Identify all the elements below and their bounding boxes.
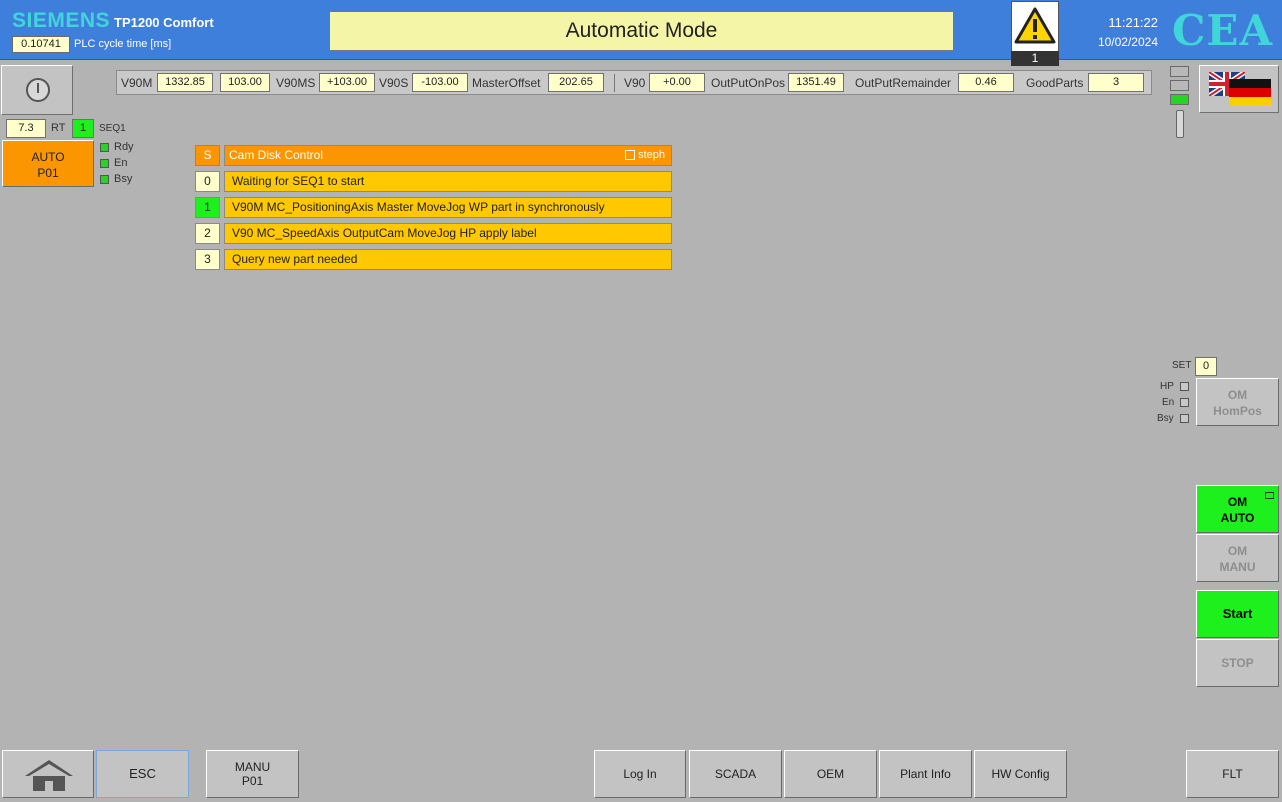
scada-button[interactable]: SCADA xyxy=(689,750,782,798)
bsy-label: Bsy xyxy=(1157,413,1174,424)
login-button[interactable]: Log In xyxy=(594,750,686,798)
esc-button[interactable]: ESC xyxy=(96,750,189,798)
master-offset-label: MasterOffset xyxy=(472,76,541,90)
bsy-led xyxy=(1180,414,1189,423)
busy-label: Bsy xyxy=(114,173,133,185)
auto-label: AUTO xyxy=(31,150,65,164)
panel-model: TP1200 Comfort xyxy=(114,15,214,30)
step-description: Waiting for SEQ1 to start xyxy=(224,171,672,192)
om-hompos-line2: HomPos xyxy=(1213,404,1262,418)
warning-icon xyxy=(1014,7,1056,44)
ready-label: Rdy xyxy=(114,141,134,153)
seq-label: SEQ1 xyxy=(99,123,126,134)
sequence-header: Cam Disk Control steph xyxy=(224,145,672,166)
v90-value: +0.00 xyxy=(649,73,705,92)
power-button[interactable] xyxy=(1,65,73,115)
status-indicator xyxy=(1170,66,1189,77)
home-button[interactable] xyxy=(2,750,94,798)
en-led xyxy=(1180,398,1189,407)
fault-button[interactable]: FLT xyxy=(1186,750,1279,798)
v90ms-value: +103.00 xyxy=(319,73,375,92)
output-remainder-label: OutPutRemainder xyxy=(855,76,952,90)
output-on-pos-label: OutPutOnPos xyxy=(711,76,786,90)
v90s-label: V90S xyxy=(379,76,409,90)
plant-info-button[interactable]: Plant Info xyxy=(879,750,972,798)
hw-config-button[interactable]: HW Config xyxy=(974,750,1067,798)
om-auto-button[interactable]: OM AUTO xyxy=(1196,485,1279,533)
cycle-time-value: 0.10741 xyxy=(12,36,70,53)
om-manu-button[interactable]: OM MANU xyxy=(1196,534,1279,582)
rt-label: RT xyxy=(51,122,66,134)
busy-led xyxy=(100,175,109,184)
step-description: V90M MC_PositioningAxis Master MoveJog W… xyxy=(224,197,672,218)
axis-value-strip: V90M 1332.85 103.00 V90MS +103.00 V90S -… xyxy=(116,70,1152,95)
om-auto-line2: AUTO xyxy=(1220,511,1255,525)
step-number: 2 xyxy=(195,223,220,244)
step-checkbox[interactable] xyxy=(625,150,636,161)
step-number: 0 xyxy=(195,171,220,192)
v90s-value: -103.00 xyxy=(412,73,468,92)
good-parts-label: GoodParts xyxy=(1026,76,1084,90)
ready-led xyxy=(100,143,109,152)
separator xyxy=(614,74,615,92)
step-number-active: 1 xyxy=(195,197,220,218)
om-manu-line1: OM xyxy=(1227,544,1248,558)
alarm-button[interactable]: 1 xyxy=(1011,1,1059,66)
output-remainder-value: 0.46 xyxy=(958,73,1014,92)
master-offset-value: 202.65 xyxy=(548,73,604,92)
rt-value: 7.3 xyxy=(6,119,46,138)
good-parts-value: 3 xyxy=(1088,73,1144,92)
status-indicator-active xyxy=(1170,94,1189,105)
v90m-position: 1332.85 xyxy=(157,73,213,92)
germany-flag-icon xyxy=(1229,79,1271,106)
enable-led xyxy=(100,159,109,168)
start-button[interactable]: Start xyxy=(1196,590,1279,638)
om-auto-led xyxy=(1265,492,1274,499)
sequence-title: Cam Disk Control xyxy=(229,148,324,162)
v90m-velocity: 103.00 xyxy=(220,73,270,92)
manu-line2: P01 xyxy=(241,774,264,788)
om-hompos-button[interactable]: OM HomPos xyxy=(1196,378,1279,426)
step-number: 3 xyxy=(195,249,220,270)
step-description: Query new part needed xyxy=(224,249,672,270)
cea-logo: CEA xyxy=(1172,6,1274,55)
manu-line1: MANU xyxy=(234,760,271,774)
enable-label: En xyxy=(114,157,128,169)
home-icon xyxy=(25,760,73,791)
step-description: V90 MC_SpeedAxis OutputCam MoveJog HP ap… xyxy=(224,223,672,244)
step-checkbox-label: steph xyxy=(638,149,665,161)
om-manu-line2: MANU xyxy=(1219,560,1256,574)
step-mode-toggle[interactable]: steph xyxy=(625,146,665,165)
seq-value: 1 xyxy=(72,119,94,138)
oem-button[interactable]: OEM xyxy=(784,750,877,798)
hp-led xyxy=(1180,382,1189,391)
om-hompos-line1: OM xyxy=(1227,388,1248,402)
status-indicator xyxy=(1170,80,1189,91)
auto-mode-indicator[interactable]: AUTO P01 xyxy=(2,140,94,187)
set-value: 0 xyxy=(1195,357,1217,376)
hp-label: HP xyxy=(1160,381,1174,392)
stop-button[interactable]: STOP xyxy=(1196,639,1279,687)
set-label: SET xyxy=(1172,360,1192,371)
language-button[interactable] xyxy=(1199,65,1279,113)
v90ms-label: V90MS xyxy=(276,76,316,90)
clock-time: 11:21:22 xyxy=(1108,15,1158,30)
alarm-count: 1 xyxy=(1011,51,1059,66)
sequence-header-num: S xyxy=(195,145,220,166)
brand-logo: SIEMENS xyxy=(12,9,111,32)
v90m-label: V90M xyxy=(121,76,153,90)
scroll-handle[interactable] xyxy=(1176,110,1184,138)
clock-date: 10/02/2024 xyxy=(1097,35,1158,49)
cycle-time-label: PLC cycle time [ms] xyxy=(74,38,172,50)
en-label: En xyxy=(1162,397,1175,408)
page-title: Automatic Mode xyxy=(329,11,954,51)
output-on-pos-value: 1351.49 xyxy=(788,73,844,92)
manu-p01-button[interactable]: MANU P01 xyxy=(206,750,299,798)
v90-label: V90 xyxy=(624,76,646,90)
program-label: P01 xyxy=(37,166,59,180)
